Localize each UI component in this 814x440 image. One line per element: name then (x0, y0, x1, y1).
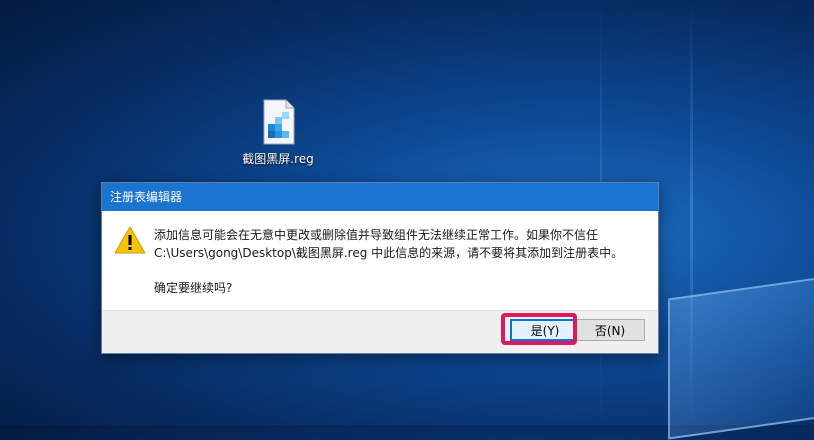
message-line-1: 添加信息可能会在无意中更改或删除值并导致组件无法继续正常工作。如果你不信任 (154, 228, 599, 242)
message-line-2: C:\Users\gong\Desktop\截图黑屏.reg 中此信息的来源，请… (154, 246, 624, 260)
no-button[interactable]: 否(N) (575, 319, 645, 341)
warning-icon (114, 225, 146, 255)
registry-editor-dialog: 注册表编辑器 添加信息可能会在无意中更改或删除值并导致组件无法继续正常工作。如果… (101, 182, 659, 354)
dialog-content: 添加信息可能会在无意中更改或删除值并导致组件无法继续正常工作。如果你不信任 C:… (102, 211, 658, 309)
light-beam (690, 0, 693, 425)
window-logo-pane (668, 277, 814, 440)
registry-file-icon (258, 98, 298, 146)
desktop-file-item[interactable]: 截图黑屏.reg (232, 98, 324, 167)
dialog-button-bar: 是(Y) 否(N) (102, 310, 658, 353)
yes-button[interactable]: 是(Y) (510, 319, 580, 341)
dialog-title: 注册表编辑器 (102, 183, 658, 211)
file-name-label: 截图黑屏.reg (242, 152, 314, 166)
confirm-question: 确定要继续吗? (154, 281, 233, 295)
dialog-message: 添加信息可能会在无意中更改或删除值并导致组件无法继续正常工作。如果你不信任 C:… (154, 226, 623, 297)
